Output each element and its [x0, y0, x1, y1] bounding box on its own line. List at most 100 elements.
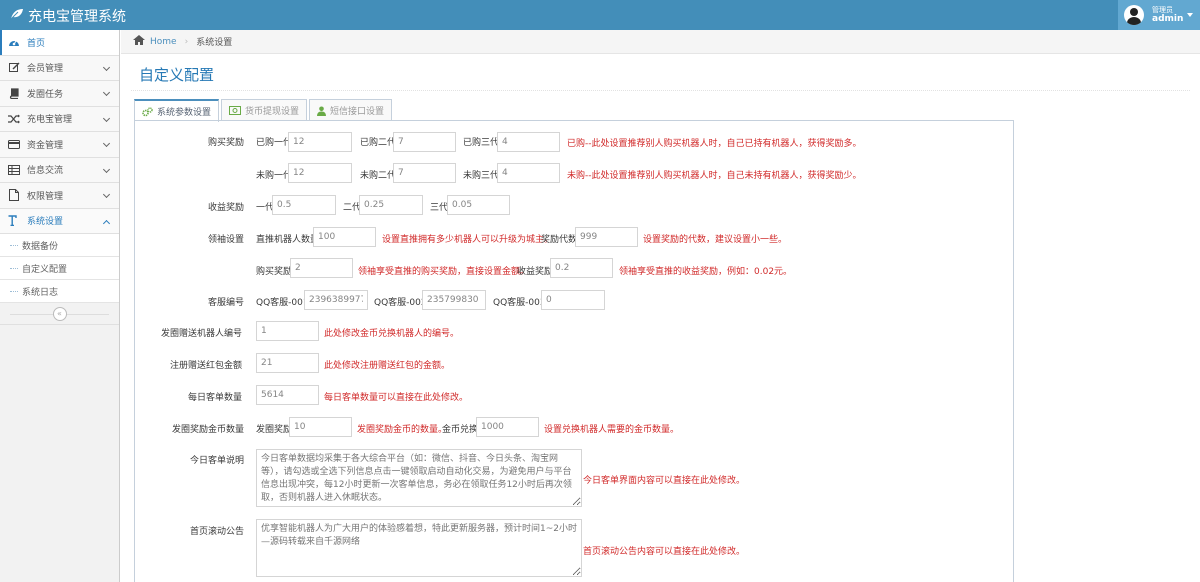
- bought-gen1-input[interactable]: [288, 132, 352, 152]
- daily-desc-label: 今日客单说明: [189, 456, 244, 466]
- brand[interactable]: 充电宝管理系统: [10, 6, 126, 26]
- edit-icon: [8, 62, 20, 74]
- bought-hint: 已购--此处设置推荐别人购买机器人时，自己已持有机器人，获得奖励多。: [567, 139, 862, 149]
- breadcrumb-separator-icon: ›: [184, 36, 189, 47]
- circle-reward-label: 发圈奖励: [256, 425, 293, 435]
- file-icon: [8, 189, 20, 202]
- daily-desc-textarea[interactable]: [256, 449, 582, 507]
- unbought-hint: 未购--此处设置推荐别人购买机器人时，自己未持有机器人，获得奖励少。: [567, 171, 862, 181]
- text-height-icon: [8, 215, 20, 227]
- user-name: admin: [1152, 14, 1184, 24]
- dashboard-icon: [8, 36, 20, 48]
- user-icon: [317, 106, 327, 116]
- sidebar-item-settings[interactable]: 系统设置: [0, 208, 119, 234]
- coin-reward-label: 发圈奖励金币数量: [171, 425, 244, 435]
- daily-orders-label: 每日客单数量: [187, 393, 242, 403]
- buy-reward-label: 购买奖励: [207, 138, 244, 148]
- leader-robots-input[interactable]: [313, 227, 376, 247]
- leader-income-hint: 领袖享受直推的收益奖励，例如：0.02元。: [619, 267, 793, 277]
- daily-orders-input[interactable]: [256, 385, 319, 405]
- robot-id-label: 发圈赠送机器人编号: [160, 329, 242, 339]
- leader-generations-label: 奖励代数: [541, 235, 578, 245]
- sidebar-item-funds[interactable]: 资金管理: [0, 132, 119, 158]
- exchange-input[interactable]: [476, 417, 539, 437]
- unbought-gen3-input[interactable]: [497, 163, 560, 183]
- qq2-input[interactable]: [422, 290, 486, 310]
- notice-hint: 首页滚动公告内容可以直接在此处修改。: [583, 547, 746, 557]
- red-packet-input[interactable]: [256, 353, 319, 373]
- sidebar-item-home[interactable]: 首页: [0, 30, 119, 56]
- leader-income-input[interactable]: [550, 258, 613, 278]
- sidebar-item-messages[interactable]: 信息交流: [0, 157, 119, 183]
- tab-panel: [134, 120, 1014, 582]
- sidebar-subitem-label: 系统日志: [22, 287, 59, 298]
- service-label: 客服编号: [207, 298, 244, 308]
- user-menu[interactable]: 管理员 admin: [1118, 0, 1200, 30]
- unbought-gen1-input[interactable]: [288, 163, 352, 183]
- sidebar-item-members[interactable]: 会员管理: [0, 55, 119, 81]
- unbought-gen1-label: 未购一代: [256, 171, 293, 181]
- tab-bar: 系统参数设置 货币提现设置 短信接口设置: [134, 99, 394, 122]
- sidebar-item-permissions[interactable]: 权限管理: [0, 183, 119, 209]
- shuffle-icon: [8, 113, 20, 125]
- unbought-gen2-input[interactable]: [393, 163, 456, 183]
- exchange-label: 金币兑换: [442, 425, 479, 435]
- bought-gen1-label: 已购一代: [256, 138, 293, 148]
- sidebar: 首页 会员管理 发圈任务 充电宝管理 资金管理 信息交流 权限管理 系统设置 数…: [0, 30, 120, 582]
- income-gen2-input[interactable]: [359, 195, 423, 215]
- bought-gen2-input[interactable]: [393, 132, 456, 152]
- avatar: [1124, 5, 1144, 25]
- tab-label: 货币提现设置: [245, 107, 300, 117]
- app-title: 充电宝管理系统: [28, 9, 126, 25]
- tab-sms[interactable]: 短信接口设置: [309, 99, 393, 121]
- robot-id-hint: 此处修改金币兑换机器人的编号。: [324, 329, 460, 339]
- income-gen1-input[interactable]: [272, 195, 336, 215]
- income-gen3-label: 三代: [430, 203, 449, 213]
- leader-generations-input[interactable]: [575, 227, 638, 247]
- sidebar-subitem-custom-config[interactable]: 自定义配置: [0, 257, 119, 280]
- sidebar-subitem-label: 数据备份: [22, 241, 59, 252]
- caret-down-icon: [1187, 13, 1193, 17]
- top-navbar: 充电宝管理系统 管理员 admin: [0, 0, 1200, 30]
- income-gen3-input[interactable]: [447, 195, 510, 215]
- leader-robots-label: 直推机器人数量: [256, 235, 320, 245]
- title-divider: [131, 90, 1190, 91]
- list-icon: [8, 164, 20, 176]
- robot-id-input[interactable]: [256, 321, 319, 341]
- bought-gen3-label: 已购三代: [463, 138, 500, 148]
- sidebar-item-powerbank[interactable]: 充电宝管理: [0, 106, 119, 132]
- qq1-label: QQ客服-001: [256, 298, 309, 308]
- breadcrumb-current: 系统设置: [196, 38, 233, 48]
- sidebar-item-tasks[interactable]: 发圈任务: [0, 81, 119, 107]
- qq2-label: QQ客服-002: [374, 298, 427, 308]
- leader-robots-hint: 设置直推拥有多少机器人可以升级为城主。: [382, 235, 554, 245]
- daily-orders-hint: 每日客单数量可以直接在此处修改。: [324, 393, 469, 403]
- qq3-input[interactable]: [541, 290, 605, 310]
- tab-withdraw[interactable]: 货币提现设置: [221, 99, 308, 121]
- bought-gen3-input[interactable]: [497, 132, 560, 152]
- leader-income-label: 收益奖励: [517, 267, 554, 277]
- red-packet-hint: 此处修改注册赠送红包的金额。: [324, 361, 451, 371]
- qq1-input[interactable]: [304, 290, 368, 310]
- leader-generations-hint: 设置奖励的代数，建议设置小一些。: [643, 235, 788, 245]
- leader-label: 领袖设置: [207, 235, 244, 245]
- unbought-gen2-label: 未购二代: [360, 171, 397, 181]
- tab-system-params[interactable]: 系统参数设置: [134, 99, 220, 122]
- double-left-icon[interactable]: «: [52, 306, 67, 321]
- circle-reward-input[interactable]: [289, 417, 352, 437]
- daily-desc-hint: 今日客单界面内容可以直接在此处修改。: [583, 476, 746, 486]
- unbought-gen3-label: 未购三代: [463, 171, 500, 181]
- money-icon: [229, 106, 242, 115]
- home-icon: [133, 35, 145, 48]
- leader-buy-input[interactable]: [290, 258, 353, 278]
- sidebar-subitem-system-log[interactable]: 系统日志: [0, 280, 119, 303]
- leader-buy-hint: 领袖享受直推的购买奖励，直接设置金额。: [358, 267, 530, 277]
- tab-label: 系统参数设置: [157, 108, 212, 118]
- sidebar-subitem-backup[interactable]: 数据备份: [0, 234, 119, 257]
- book-icon: [8, 87, 20, 99]
- breadcrumb-home-link[interactable]: Home: [150, 37, 177, 47]
- sidebar-subitem-label: 自定义配置: [22, 264, 68, 275]
- credit-card-icon: [8, 138, 20, 150]
- leaf-icon: [10, 8, 28, 24]
- notice-textarea[interactable]: [256, 519, 582, 577]
